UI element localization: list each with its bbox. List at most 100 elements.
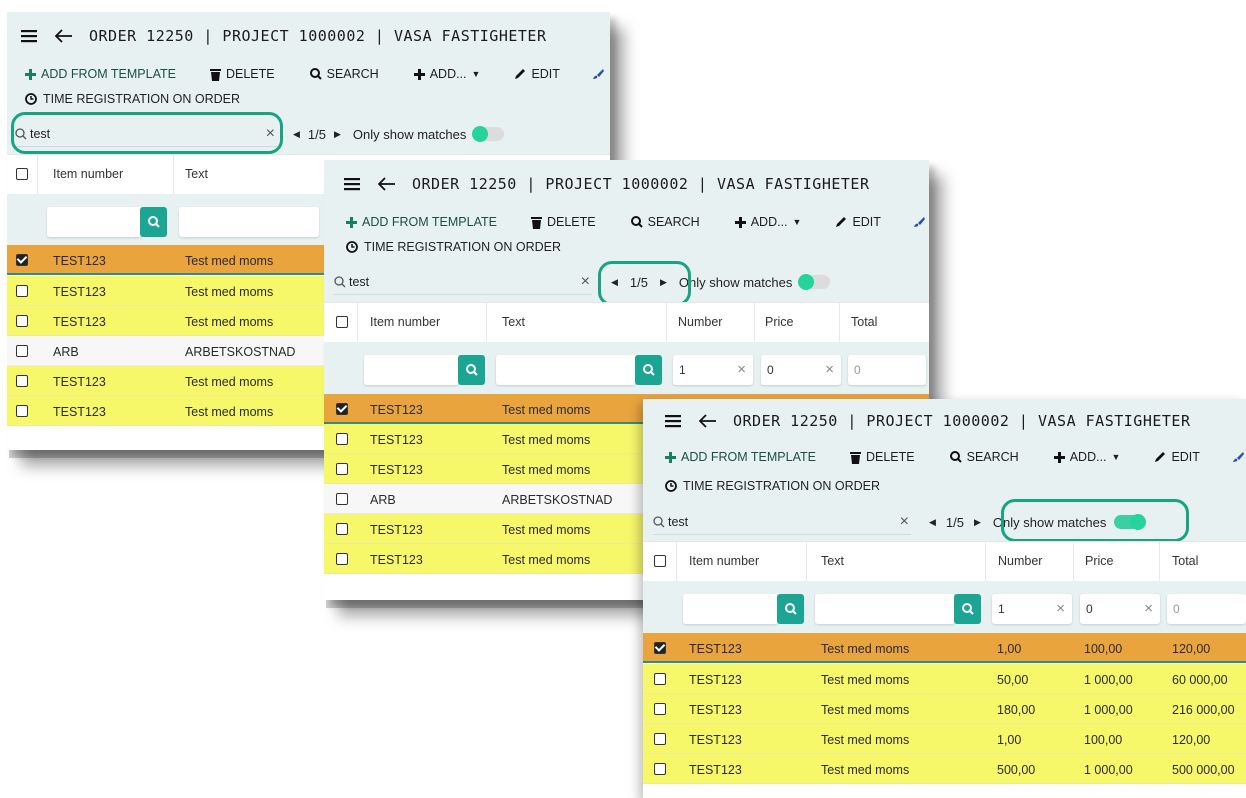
edit-button[interactable]: EDIT bbox=[514, 64, 560, 84]
item-number-filter-search-button[interactable] bbox=[777, 594, 804, 624]
brush-button[interactable] bbox=[1232, 447, 1246, 467]
add-from-template-button[interactable]: ADD FROM TEMPLATE bbox=[665, 447, 816, 467]
back-arrow-icon[interactable] bbox=[699, 409, 721, 433]
price-filter[interactable]: 0 × bbox=[1080, 594, 1160, 624]
table-row[interactable]: TEST123 Test med moms 50,00 1 000,00 60 … bbox=[643, 664, 1246, 694]
row-checkbox[interactable] bbox=[16, 375, 28, 387]
caret-right-icon[interactable]: ▶ bbox=[334, 129, 341, 140]
row-checkbox[interactable] bbox=[336, 403, 348, 415]
edit-button[interactable]: EDIT bbox=[835, 212, 881, 232]
column-item-number[interactable]: Item number bbox=[370, 315, 440, 329]
column-price[interactable]: Price bbox=[1085, 554, 1113, 568]
row-checkbox[interactable] bbox=[336, 553, 348, 565]
only-show-matches-toggle[interactable] bbox=[798, 274, 831, 290]
total-filter[interactable]: 0 bbox=[1167, 594, 1246, 624]
row-checkbox[interactable] bbox=[16, 285, 28, 297]
column-number[interactable]: Number bbox=[678, 315, 722, 329]
text-cell: Test med moms bbox=[821, 703, 910, 717]
column-item-number[interactable]: Item number bbox=[689, 554, 759, 568]
search-button[interactable]: SEARCH bbox=[949, 447, 1019, 467]
clear-icon[interactable]: × bbox=[1056, 600, 1065, 617]
item-number-filter-search-button[interactable] bbox=[140, 207, 167, 237]
search-value: test bbox=[349, 275, 370, 289]
row-checkbox[interactable] bbox=[654, 733, 666, 745]
clear-icon[interactable]: × bbox=[1144, 600, 1153, 617]
delete-button[interactable]: DELETE bbox=[849, 447, 915, 467]
number-filter[interactable]: 1 × bbox=[673, 355, 753, 385]
table-row[interactable]: TEST123 Test med moms 500,00 1 000,00 50… bbox=[643, 754, 1246, 784]
text-filter[interactable] bbox=[496, 355, 636, 385]
table-row[interactable]: TEST123 Test med moms 180,00 1 000,00 21… bbox=[643, 694, 1246, 724]
row-checkbox[interactable] bbox=[16, 345, 28, 357]
item-number-cell: TEST123 bbox=[53, 405, 106, 419]
clear-icon[interactable]: × bbox=[825, 361, 834, 378]
search-button[interactable]: SEARCH bbox=[309, 64, 379, 84]
item-number-filter-search-button[interactable] bbox=[458, 355, 485, 385]
row-checkbox[interactable] bbox=[16, 405, 28, 417]
row-checkbox[interactable] bbox=[16, 315, 28, 327]
price-filter[interactable]: 0 × bbox=[761, 355, 841, 385]
search-button[interactable]: SEARCH bbox=[630, 212, 700, 232]
menu-icon[interactable] bbox=[21, 24, 41, 48]
time-registration-button[interactable]: TIME REGISTRATION ON ORDER bbox=[346, 239, 561, 255]
brush-button[interactable] bbox=[592, 64, 609, 84]
clear-icon[interactable]: × bbox=[581, 273, 590, 291]
item-number-filter[interactable] bbox=[683, 594, 778, 624]
row-checkbox[interactable] bbox=[654, 673, 666, 685]
add-menu-button[interactable]: ADD... ▼ bbox=[413, 64, 480, 84]
total-filter[interactable]: 0 bbox=[848, 355, 926, 385]
column-text[interactable]: Text bbox=[185, 167, 208, 181]
caret-left-icon[interactable]: ◀ bbox=[293, 129, 300, 140]
clear-icon[interactable]: × bbox=[737, 361, 746, 378]
column-price[interactable]: Price bbox=[765, 315, 793, 329]
back-arrow-icon[interactable] bbox=[378, 172, 400, 196]
number-filter[interactable]: 1 × bbox=[992, 594, 1072, 624]
row-checkbox[interactable] bbox=[654, 642, 666, 654]
delete-button[interactable]: DELETE bbox=[209, 64, 275, 84]
row-checkbox[interactable] bbox=[336, 463, 348, 475]
add-from-template-button[interactable]: ADD FROM TEMPLATE bbox=[25, 64, 176, 84]
edit-button[interactable]: EDIT bbox=[1154, 447, 1200, 467]
add-from-template-label: ADD FROM TEMPLATE bbox=[362, 215, 497, 229]
search-input[interactable]: test × bbox=[334, 270, 592, 295]
select-all-checkbox[interactable] bbox=[16, 168, 28, 180]
time-registration-button[interactable]: TIME REGISTRATION ON ORDER bbox=[665, 478, 880, 494]
menu-icon[interactable] bbox=[665, 409, 685, 433]
caret-right-icon[interactable]: ▶ bbox=[974, 517, 981, 528]
brush-button[interactable] bbox=[913, 212, 929, 232]
time-registration-button[interactable]: TIME REGISTRATION ON ORDER bbox=[25, 91, 240, 107]
table-row[interactable]: TEST123 Test med moms 1,00 100,00 120,00 bbox=[643, 724, 1246, 754]
text-filter-search-button[interactable] bbox=[635, 355, 662, 385]
text-filter[interactable] bbox=[815, 594, 955, 624]
column-total[interactable]: Total bbox=[1172, 554, 1198, 568]
row-checkbox[interactable] bbox=[654, 703, 666, 715]
column-item-number[interactable]: Item number bbox=[53, 167, 123, 181]
only-show-matches-toggle[interactable] bbox=[472, 126, 505, 142]
table-row[interactable]: TEST123 Test med moms 1,00 100,00 120,00 bbox=[643, 633, 1246, 663]
clear-icon[interactable]: × bbox=[900, 513, 909, 531]
column-number[interactable]: Number bbox=[998, 554, 1042, 568]
column-text[interactable]: Text bbox=[502, 315, 525, 329]
back-arrow-icon[interactable] bbox=[55, 24, 77, 48]
item-number-filter[interactable] bbox=[364, 355, 459, 385]
column-total[interactable]: Total bbox=[851, 315, 877, 329]
search-input[interactable]: test × bbox=[653, 510, 911, 535]
toolbar: ADD FROM TEMPLATE DELETE SEARCH ADD... ▼… bbox=[665, 447, 1246, 467]
delete-button[interactable]: DELETE bbox=[530, 212, 596, 232]
row-checkbox[interactable] bbox=[16, 254, 28, 266]
item-number-filter[interactable] bbox=[47, 207, 142, 237]
select-all-checkbox[interactable] bbox=[654, 555, 666, 567]
text-filter[interactable] bbox=[179, 207, 319, 237]
add-from-template-button[interactable]: ADD FROM TEMPLATE bbox=[346, 212, 497, 232]
row-checkbox[interactable] bbox=[336, 433, 348, 445]
text-filter-search-button[interactable] bbox=[954, 594, 981, 624]
row-checkbox[interactable] bbox=[336, 493, 348, 505]
row-checkbox[interactable] bbox=[336, 523, 348, 535]
add-menu-button[interactable]: ADD... ▼ bbox=[1053, 447, 1120, 467]
column-text[interactable]: Text bbox=[821, 554, 844, 568]
caret-left-icon[interactable]: ◀ bbox=[929, 517, 936, 528]
select-all-checkbox[interactable] bbox=[336, 316, 348, 328]
menu-icon[interactable] bbox=[344, 172, 364, 196]
row-checkbox[interactable] bbox=[654, 763, 666, 775]
add-menu-button[interactable]: ADD... ▼ bbox=[734, 212, 801, 232]
